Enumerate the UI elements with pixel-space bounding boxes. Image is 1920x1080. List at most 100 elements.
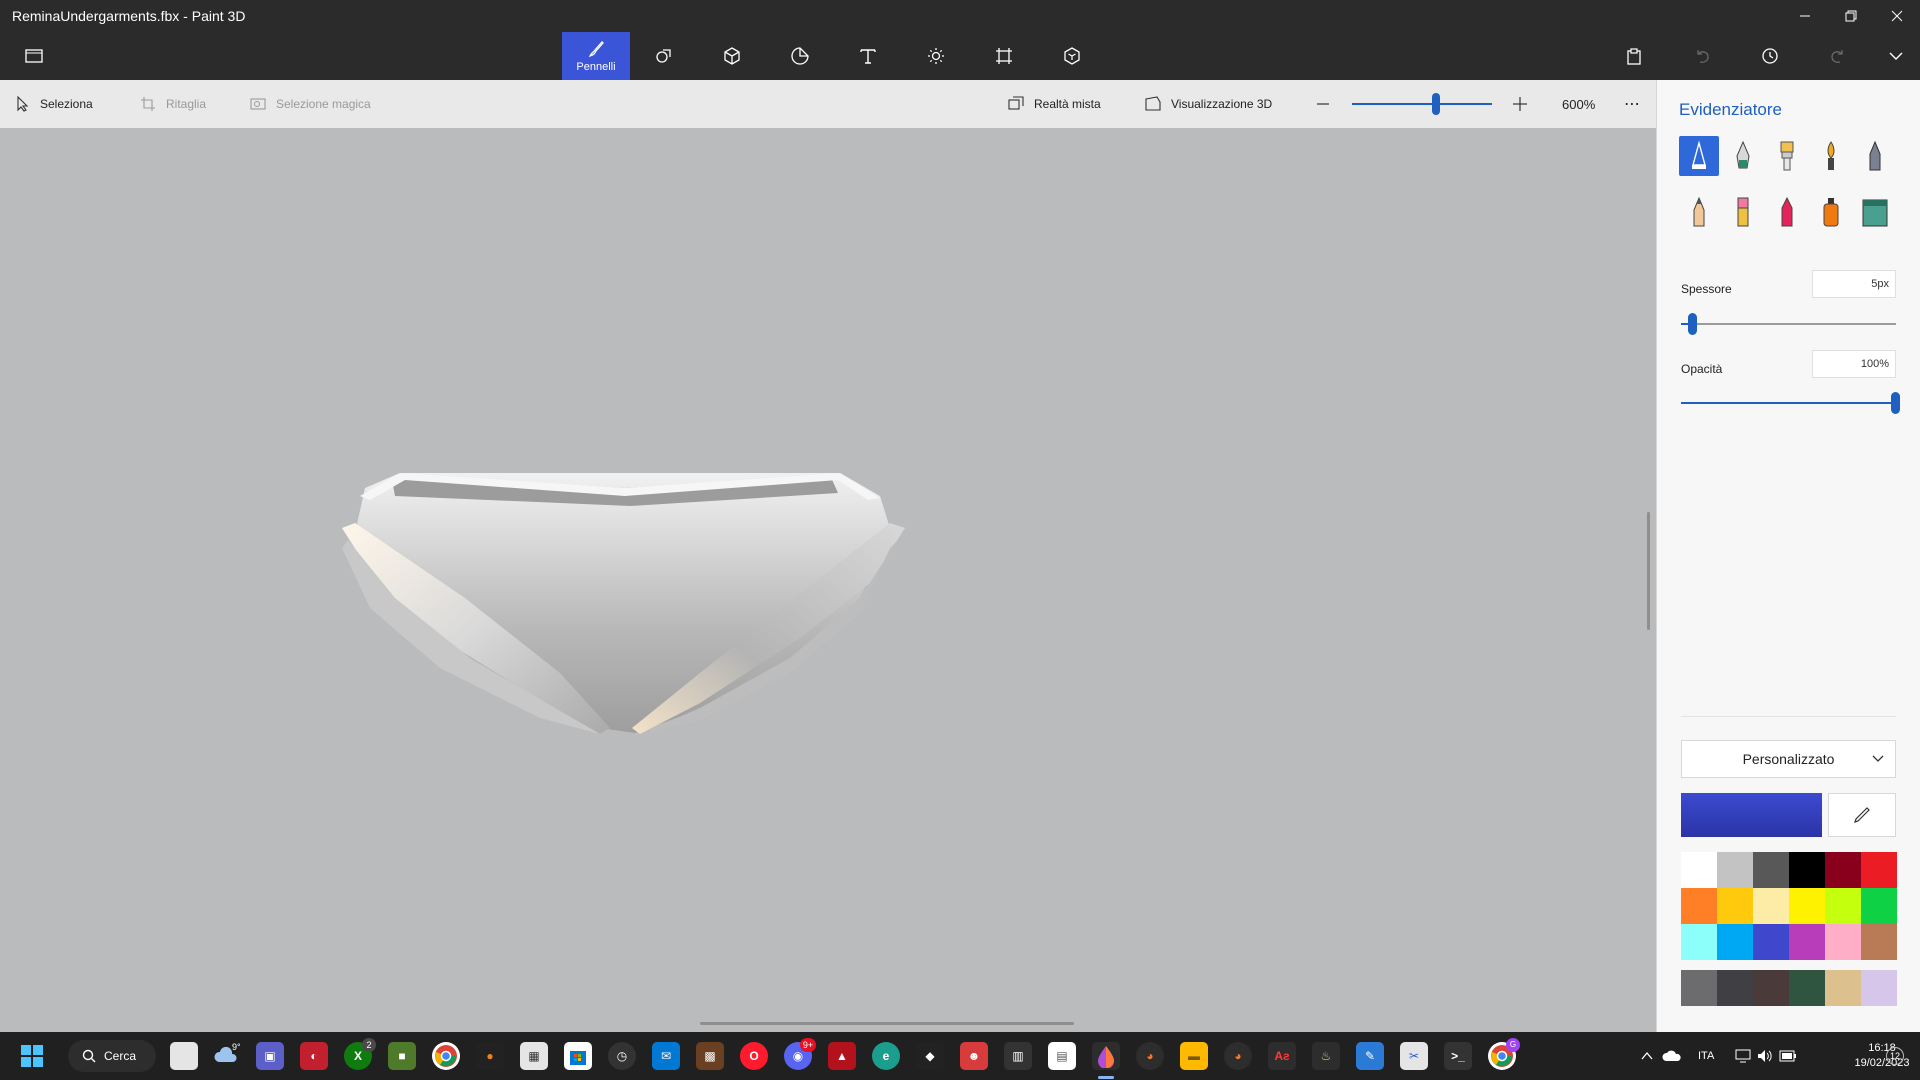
tab-canvas[interactable] <box>970 32 1038 80</box>
brush-oil[interactable] <box>1767 136 1807 176</box>
volume-button[interactable] <box>1757 1032 1773 1080</box>
magic-select-button[interactable]: Selezione magica <box>250 80 371 128</box>
notepad-app[interactable]: ▤ <box>1048 1042 1076 1070</box>
thickness-slider-thumb[interactable] <box>1687 313 1697 335</box>
chrome-app[interactable] <box>432 1042 460 1070</box>
expand-button[interactable] <box>1880 32 1912 80</box>
brush-spray-can[interactable] <box>1811 192 1851 232</box>
brush-pencil[interactable] <box>1679 192 1719 232</box>
more-options-button[interactable]: ⋯ <box>1624 80 1641 128</box>
mail-app[interactable]: ✉ <box>652 1042 680 1070</box>
restore-button[interactable] <box>1828 0 1874 32</box>
file-explorer-app[interactable]: ▬ <box>1180 1042 1208 1070</box>
color-swatch[interactable] <box>1681 924 1717 960</box>
zoom-in-button[interactable] <box>1512 80 1528 128</box>
undo-button[interactable] <box>1686 32 1718 80</box>
task-view-app[interactable] <box>170 1042 198 1070</box>
terraria-app[interactable]: ▩ <box>696 1042 724 1070</box>
custom-color-swatch[interactable] <box>1789 970 1825 1006</box>
palette-dropdown[interactable]: Personalizzato <box>1681 740 1896 778</box>
tab-brushes[interactable]: Pennelli <box>562 32 630 80</box>
vertical-scrollbar[interactable] <box>1647 512 1650 630</box>
blender-app[interactable]: ◕ <box>1136 1042 1164 1070</box>
tab-effects[interactable] <box>902 32 970 80</box>
blender-app-2[interactable]: ◕ <box>1224 1042 1252 1070</box>
audio-editor-app[interactable]: ▥ <box>1004 1042 1032 1070</box>
custom-color-swatch[interactable] <box>1825 970 1861 1006</box>
edge-app[interactable]: e <box>872 1042 900 1070</box>
mixed-reality-button[interactable]: Realtà mista <box>1008 80 1101 128</box>
tab-text[interactable] <box>834 32 902 80</box>
brush-calligraphy-pen[interactable] <box>1723 136 1763 176</box>
color-swatch[interactable] <box>1681 852 1717 888</box>
notification-badge[interactable]: 12 <box>1886 1047 1904 1065</box>
color-swatch[interactable] <box>1861 924 1897 960</box>
thickness-slider[interactable] <box>1681 323 1896 325</box>
display-button[interactable] <box>1735 1032 1751 1080</box>
paint-app[interactable]: ✎ <box>1356 1042 1384 1070</box>
crop-button[interactable]: Ritaglia <box>140 80 206 128</box>
opera-app[interactable]: O <box>740 1042 768 1070</box>
zoom-slider-thumb[interactable] <box>1432 93 1440 115</box>
paste-button[interactable] <box>1618 32 1650 80</box>
game-launcher-app[interactable]: ● <box>476 1042 504 1070</box>
color-swatch[interactable] <box>1825 888 1861 924</box>
redo-button[interactable] <box>1822 32 1854 80</box>
minimize-button[interactable] <box>1782 0 1828 32</box>
among-us-app[interactable]: ◐ <box>300 1042 328 1070</box>
brush-fill[interactable] <box>1855 192 1895 232</box>
color-swatch[interactable] <box>1861 888 1897 924</box>
snipping-app[interactable]: ✂ <box>1400 1042 1428 1070</box>
game-app[interactable]: ▲ <box>828 1042 856 1070</box>
color-swatch[interactable] <box>1789 852 1825 888</box>
brush-watercolor[interactable] <box>1811 136 1851 176</box>
color-swatch[interactable] <box>1861 852 1897 888</box>
app-launcher[interactable]: ▦ <box>520 1042 548 1070</box>
tab-3d-shapes[interactable] <box>698 32 766 80</box>
brush-crayon[interactable] <box>1767 192 1807 232</box>
paint-3d-app[interactable] <box>1092 1042 1120 1070</box>
color-swatch[interactable] <box>1825 852 1861 888</box>
show-hidden-icons-button[interactable] <box>1640 1032 1654 1080</box>
custom-color-swatch[interactable] <box>1717 970 1753 1006</box>
microsoft-store-app[interactable] <box>564 1042 592 1070</box>
color-swatch[interactable] <box>1753 888 1789 924</box>
color-swatch[interactable] <box>1717 888 1753 924</box>
terminal-app[interactable]: >_ <box>1444 1042 1472 1070</box>
custom-color-swatch[interactable] <box>1753 970 1789 1006</box>
brush-eraser[interactable] <box>1723 192 1763 232</box>
taskbar-search[interactable]: Cerca <box>68 1040 156 1072</box>
canvas-area[interactable] <box>0 128 1656 1032</box>
color-swatch[interactable] <box>1681 888 1717 924</box>
adobe-app[interactable]: Aƨ <box>1268 1042 1296 1070</box>
thickness-input[interactable]: 5px <box>1812 270 1896 298</box>
menu-button[interactable] <box>16 32 52 80</box>
color-swatch[interactable] <box>1753 852 1789 888</box>
color-swatch[interactable] <box>1789 888 1825 924</box>
color-swatch[interactable] <box>1717 924 1753 960</box>
brush-marker[interactable] <box>1679 136 1719 176</box>
character-app[interactable]: ☻ <box>960 1042 988 1070</box>
battery-button[interactable] <box>1779 1032 1797 1080</box>
horizontal-scrollbar[interactable] <box>700 1022 1074 1025</box>
3d-model[interactable] <box>0 128 1656 1032</box>
tab-3d-library[interactable] <box>1038 32 1106 80</box>
opacity-slider-thumb[interactable] <box>1891 392 1900 414</box>
history-button[interactable] <box>1754 32 1786 80</box>
tor-app[interactable]: ♨ <box>1312 1042 1340 1070</box>
onedrive-icon-button[interactable] <box>1662 1032 1682 1080</box>
tab-stickers[interactable] <box>766 32 834 80</box>
custom-color-swatch[interactable] <box>1681 970 1717 1006</box>
view-3d-button[interactable]: Visualizzazione 3D <box>1145 80 1272 128</box>
eyedropper-button[interactable] <box>1828 793 1896 837</box>
minecraft-app[interactable]: ■ <box>388 1042 416 1070</box>
select-button[interactable]: Seleziona <box>16 80 93 128</box>
zoom-out-button[interactable] <box>1316 80 1330 128</box>
teams-app[interactable]: ▣ <box>256 1042 284 1070</box>
start-button[interactable] <box>18 1042 46 1070</box>
brush-pixel-pen[interactable] <box>1855 136 1895 176</box>
close-button[interactable] <box>1874 0 1920 32</box>
current-color-swatch[interactable] <box>1681 793 1822 837</box>
color-swatch[interactable] <box>1717 852 1753 888</box>
opacity-input[interactable]: 100% <box>1812 350 1896 378</box>
